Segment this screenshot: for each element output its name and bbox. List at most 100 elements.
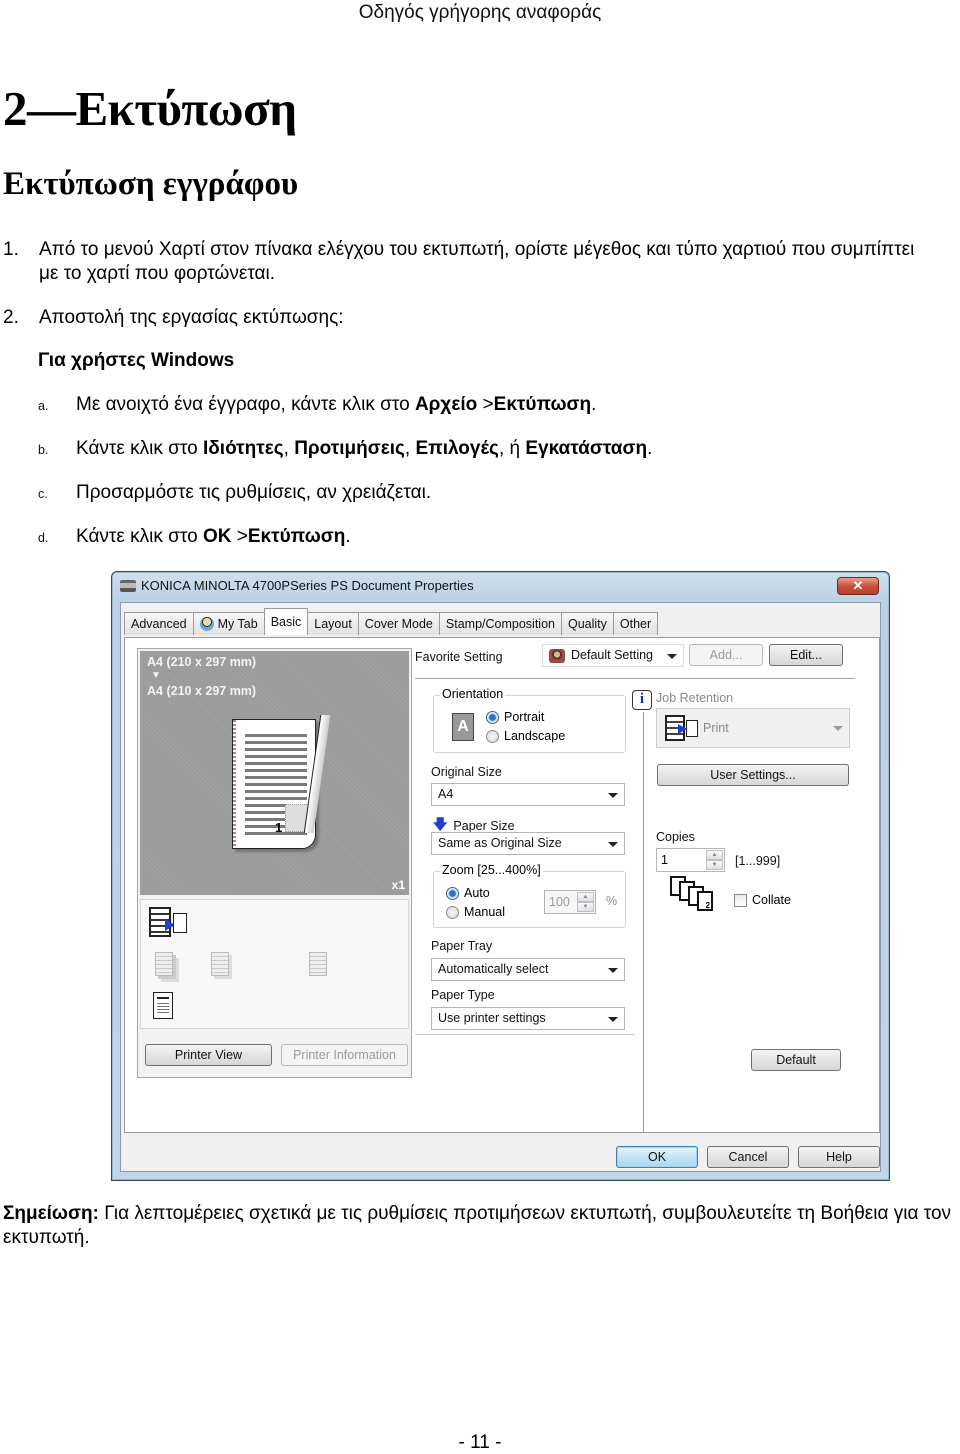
dialog-body: Advanced My Tab Basic Layout Cover Mode … xyxy=(120,602,881,1172)
note-text: Για λεπτομέρειες σχετικά με τις ρυθμίσει… xyxy=(3,1203,952,1248)
preview-page-number: 1 xyxy=(275,820,283,835)
menu-print: Εκτύπωση xyxy=(493,394,592,415)
arrow-up-icon[interactable]: ▲ xyxy=(706,850,723,860)
arrow-down-icon[interactable]: ▼ xyxy=(706,860,723,870)
punct: . xyxy=(591,394,597,415)
tab-my-tab[interactable]: My Tab xyxy=(192,612,265,635)
step-text: Από το μενού Χαρτί στον πίνακα ελέγχου τ… xyxy=(39,239,915,284)
chevron-down-icon xyxy=(833,726,843,731)
punct: . xyxy=(345,526,351,547)
zoom-group: Zoom [25...400%] Auto Manual 100 ▲ ▼ % xyxy=(433,863,626,928)
zoom-value-spinner[interactable]: 100 ▲ ▼ xyxy=(544,890,596,914)
option-preferences: Προτιμήσεις xyxy=(294,438,405,459)
option-setup: Εγκατάσταση xyxy=(525,438,648,459)
edit-button[interactable]: Edit... xyxy=(769,644,843,666)
arrow-up-icon[interactable]: ▲ xyxy=(577,892,594,902)
divider-vertical xyxy=(643,712,644,1132)
add-button[interactable]: Add... xyxy=(689,644,763,666)
default-button[interactable]: Default xyxy=(751,1049,841,1071)
dialog-title-bar: KONICA MINOLTA 4700PSeries PS Document P… xyxy=(120,578,474,593)
zoom-unit: % xyxy=(606,894,618,908)
printer-icon xyxy=(120,579,136,592)
tab-other[interactable]: Other xyxy=(612,612,659,635)
substep-text: Κάντε κλικ στο xyxy=(76,526,203,547)
spinner-arrows[interactable]: ▲ ▼ xyxy=(577,892,594,912)
help-button[interactable]: Help xyxy=(798,1146,880,1168)
chapter-title: 2—Εκτύπωση xyxy=(3,81,297,136)
user-icon xyxy=(199,617,214,631)
collate-label: Collate xyxy=(752,893,791,907)
punct: , xyxy=(404,438,416,459)
punct: , ή xyxy=(498,438,526,459)
paper-tray-select[interactable]: Automatically select xyxy=(431,958,625,981)
substep-text: Κάντε κλικ στο xyxy=(76,438,203,459)
zoom-auto-radio[interactable]: Auto xyxy=(446,886,490,900)
printer-view-button[interactable]: Printer View xyxy=(145,1044,272,1066)
zoom-manual-radio[interactable]: Manual xyxy=(446,905,505,919)
substep-b: b. Κάντε κλικ στο Ιδιότητες, Προτιμήσεις,… xyxy=(38,438,652,460)
orientation-label: Orientation xyxy=(440,687,506,701)
job-retention-select[interactable]: Print xyxy=(656,708,850,748)
orientation-group: Orientation A Portrait Landscape xyxy=(433,687,626,753)
zoom-label: Zoom [25...400%] xyxy=(440,863,543,877)
button-print-ref: Εκτύπωση xyxy=(247,526,346,547)
substep-label: c. xyxy=(38,487,48,501)
tab-advanced[interactable]: Advanced xyxy=(124,612,194,635)
favorite-setting-select[interactable]: Default Setting xyxy=(542,644,684,667)
spinner-arrows[interactable]: ▲ ▼ xyxy=(706,850,723,870)
original-size-label: Original Size xyxy=(431,765,502,779)
paper-type-value: Use printer settings xyxy=(438,1011,546,1025)
sheet: 2 xyxy=(697,891,713,911)
tab-basic[interactable]: Basic xyxy=(263,608,309,635)
copies-spinner[interactable]: 1 ▲ ▼ xyxy=(656,848,725,872)
printer-information-button[interactable]: Printer Information xyxy=(281,1044,408,1066)
collate-checkbox[interactable]: Collate xyxy=(734,893,791,907)
arrow-down-icon[interactable]: ▼ xyxy=(577,902,594,912)
ok-button[interactable]: OK xyxy=(616,1146,698,1168)
paper-size-select[interactable]: Same as Original Size xyxy=(431,832,625,855)
copies-value: 1 xyxy=(661,853,668,867)
step-text: Αποστολή της εργασίας εκτύπωσης: xyxy=(39,307,344,328)
separator: > xyxy=(477,394,494,415)
favorite-setting-label: Favorite Setting xyxy=(415,650,503,664)
page-preview: A4 (210 x 297 mm) ▼ A4 (210 x 297 mm) 1 … xyxy=(140,651,409,895)
landscape-radio[interactable]: Landscape xyxy=(486,729,565,743)
separator: > xyxy=(231,526,248,547)
cancel-button[interactable]: Cancel xyxy=(707,1146,789,1168)
print-job-icon xyxy=(149,907,187,939)
original-size-select[interactable]: A4 xyxy=(431,783,625,806)
chevron-down-icon xyxy=(608,842,618,847)
note: Σημείωση: Για λεπτομέρειες σχετικά με τι… xyxy=(3,1202,960,1250)
job-retention-value: Print xyxy=(703,721,729,735)
radio-unselected xyxy=(446,905,459,919)
punct: . xyxy=(647,438,653,459)
user-settings-button[interactable]: User Settings... xyxy=(657,764,849,786)
substep-text: Με ανοιχτό ένα έγγραφο, κάντε κλικ στο xyxy=(76,394,415,415)
tab-label: My Tab xyxy=(217,617,258,631)
portrait-radio[interactable]: Portrait xyxy=(486,710,544,724)
tab-cover-mode[interactable]: Cover Mode xyxy=(357,612,440,635)
tab-quality[interactable]: Quality xyxy=(560,612,614,635)
stamp-icon xyxy=(309,952,327,976)
tab-layout[interactable]: Layout xyxy=(307,612,359,635)
chevron-down-icon xyxy=(608,1017,618,1022)
document-properties-dialog: KONICA MINOLTA 4700PSeries PS Document P… xyxy=(111,571,890,1181)
tab-bar: Advanced My Tab Basic Layout Cover Mode … xyxy=(124,608,659,635)
preview-arrow-icon: ▼ xyxy=(151,670,161,681)
tab-stamp-composition[interactable]: Stamp/Composition xyxy=(438,612,562,635)
info-icon[interactable]: i xyxy=(632,690,652,710)
radio-unselected xyxy=(486,729,499,743)
radio-label: Auto xyxy=(464,886,490,900)
paper-type-select[interactable]: Use printer settings xyxy=(431,1007,625,1030)
section-title: Εκτύπωση εγγράφου xyxy=(3,166,299,202)
substep-text: Προσαρμόστε τις ρυθμίσεις, αν χρειάζεται… xyxy=(76,482,432,503)
chevron-down-icon xyxy=(608,968,618,973)
punct: , xyxy=(283,438,295,459)
paper-tray-value: Automatically select xyxy=(438,962,549,976)
checkbox-box[interactable] xyxy=(734,893,747,907)
close-button[interactable]: ✕ xyxy=(837,577,879,595)
binding-edge xyxy=(233,720,236,848)
note-label: Σημείωση: xyxy=(3,1203,99,1224)
function-icons xyxy=(140,899,409,1029)
basic-tab-panel: A4 (210 x 297 mm) ▼ A4 (210 x 297 mm) 1 … xyxy=(124,637,880,1133)
